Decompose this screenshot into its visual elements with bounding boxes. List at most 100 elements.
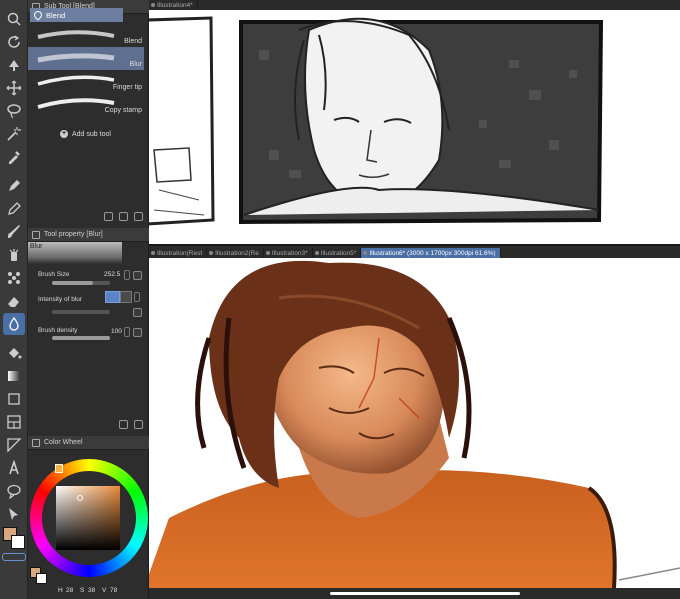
lasso-select-icon[interactable] <box>3 100 25 122</box>
hsv-s-value: 38 <box>88 587 96 594</box>
home-indicator[interactable] <box>330 592 520 595</box>
subtool-item-copy-stamp[interactable]: Copy stamp <box>28 93 144 116</box>
move-layer-icon[interactable] <box>3 54 25 76</box>
intensity-stepper[interactable] <box>134 292 140 302</box>
close-icon[interactable] <box>209 251 214 255</box>
settings-icon[interactable] <box>134 419 143 429</box>
hue-handle[interactable] <box>55 464 63 473</box>
bottom-canvas-tabbar: Illustration(Rest Illustration2(Re Illus… <box>149 248 680 258</box>
intensity-mode-on-icon[interactable] <box>105 291 120 303</box>
intensity-label: Intensity of blur <box>38 296 83 303</box>
sub-tool-footer <box>28 210 149 222</box>
brush-density-stepper[interactable] <box>124 327 130 337</box>
eyedropper-icon[interactable] <box>3 146 25 168</box>
balloon-icon[interactable] <box>3 480 25 502</box>
tool-property-icon <box>32 231 40 239</box>
intensity-mode-off-icon[interactable] <box>120 291 132 303</box>
tab-illustration3[interactable]: Illustration3* <box>264 248 313 258</box>
subtool-group-tab-blend[interactable]: Blend <box>30 8 123 22</box>
brush-size-label: Brush Size <box>38 271 70 278</box>
import-icon[interactable] <box>104 211 113 221</box>
color-wheel-icon <box>32 439 40 447</box>
blend-drop-icon <box>32 9 44 21</box>
hsv-h-value: 28 <box>66 587 74 594</box>
top-canvas[interactable] <box>146 10 680 246</box>
brush-size-slider-fill <box>52 281 93 285</box>
sub-color-swatch[interactable] <box>11 535 25 549</box>
duplicate-icon[interactable] <box>119 211 128 221</box>
blend-stroke-preview <box>37 30 115 39</box>
subtool-label: Blend <box>124 38 142 45</box>
subtool-label: Copy stamp <box>104 107 142 114</box>
add-sub-tool-button[interactable]: + Add sub tool <box>60 130 111 138</box>
canvas-divider[interactable] <box>149 244 680 246</box>
trash-icon[interactable] <box>134 211 143 221</box>
tab-illustration2[interactable]: Illustration2(Re <box>207 248 264 258</box>
frame-icon[interactable] <box>3 411 25 433</box>
figure-icon[interactable] <box>3 388 25 410</box>
correct-line-icon[interactable] <box>3 503 25 525</box>
color-wheel-panel-header[interactable]: Color Wheel <box>28 436 149 450</box>
airbrush-icon[interactable] <box>3 244 25 266</box>
brush-preview-label: Blur <box>30 243 43 250</box>
tool-property-footer <box>28 418 149 430</box>
subtool-item-blend[interactable]: Blend <box>28 24 144 47</box>
brush-density-slider[interactable] <box>52 336 110 340</box>
brush-density-label: Brush density <box>38 327 78 334</box>
subtool-item-finger-tip[interactable]: Finger tip <box>28 70 144 93</box>
tab-label: Illustration(Rest <box>157 249 203 257</box>
zoom-icon[interactable] <box>3 8 25 30</box>
decoration-icon[interactable] <box>3 267 25 289</box>
tab-label: Illustration5* <box>320 249 357 257</box>
tab-illustration4[interactable]: Illustration4* <box>149 0 198 10</box>
subtool-item-blur[interactable]: Blur <box>28 47 144 70</box>
magic-wand-icon[interactable] <box>3 123 25 145</box>
pencil-icon[interactable] <box>3 198 25 220</box>
close-icon[interactable] <box>363 251 368 255</box>
ruler-icon[interactable] <box>3 434 25 456</box>
tab-illustration6[interactable]: Illustration6* (3000 x 1700px 300dpi 61.… <box>361 248 501 258</box>
intensity-menu-icon[interactable] <box>133 308 142 317</box>
tab-label: Illustration3* <box>271 249 308 257</box>
close-icon[interactable] <box>151 3 155 7</box>
panel-column: Sub Tool [Blend] Blend Blend Blur Finger… <box>28 0 149 599</box>
move-icon[interactable] <box>3 77 25 99</box>
rotate-icon[interactable] <box>3 31 25 53</box>
blend-icon[interactable] <box>3 313 25 335</box>
tool-palette <box>0 0 28 599</box>
fill-icon[interactable] <box>3 342 25 364</box>
add-sub-tool-label: Add sub tool <box>72 130 111 138</box>
main-canvas[interactable] <box>149 258 680 588</box>
subtool-label: Blur <box>129 61 142 68</box>
reset-icon[interactable] <box>119 419 128 429</box>
painted-portrait <box>149 258 680 588</box>
tool-property-panel-header[interactable]: Tool property [Blur] <box>28 228 149 242</box>
tool-property-title: Tool property [Blur] <box>44 231 103 238</box>
brush-size-slider[interactable] <box>52 281 110 285</box>
tab-illustration5[interactable]: Illustration5* <box>313 248 362 258</box>
gradient-icon[interactable] <box>3 365 25 387</box>
close-icon[interactable] <box>314 251 319 255</box>
storyboard-sketch <box>146 10 680 246</box>
pen-icon[interactable] <box>3 175 25 197</box>
brush-icon[interactable] <box>3 221 25 243</box>
saturation-value-square[interactable] <box>56 486 120 550</box>
transparent-color-toggle[interactable] <box>2 553 26 561</box>
close-icon[interactable] <box>265 251 270 255</box>
brush-size-value[interactable]: 252.5 <box>104 271 120 278</box>
brush-size-menu-icon[interactable] <box>133 271 142 280</box>
brush-density-value[interactable]: 100 <box>111 328 122 335</box>
close-icon[interactable] <box>151 251 155 255</box>
plus-icon: + <box>60 130 68 138</box>
brush-density-menu-icon[interactable] <box>133 328 142 337</box>
color-wheel[interactable] <box>30 459 148 577</box>
subtool-label: Finger tip <box>112 84 142 91</box>
tab-illustration-rest[interactable]: Illustration(Rest <box>149 248 208 258</box>
intensity-slider[interactable] <box>52 310 110 314</box>
color-wheel-title: Color Wheel <box>44 439 83 446</box>
eraser-icon[interactable] <box>3 290 25 312</box>
brush-size-stepper[interactable] <box>124 270 130 280</box>
wheel-sub-color-swatch[interactable] <box>36 573 47 584</box>
sv-cursor[interactable] <box>77 495 83 501</box>
text-icon[interactable] <box>3 457 25 479</box>
